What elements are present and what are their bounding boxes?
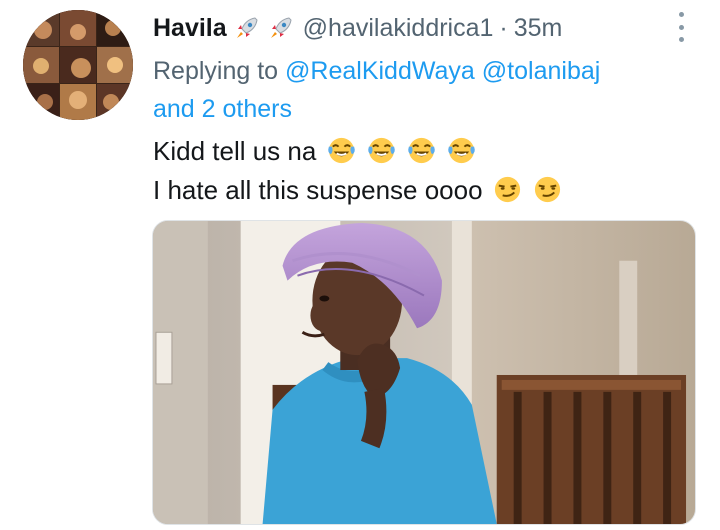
tweet-line: Kidd tell us na [153, 132, 693, 171]
replying-to-label: Replying to [153, 57, 279, 85]
tweet-header: Havila @havilakiddrica1 · 35m [153, 8, 562, 48]
tweet-line-text: Kidd tell us na [153, 136, 317, 166]
user-handle[interactable]: @havilakiddrica1 [303, 14, 494, 43]
smirking-face-icon [494, 176, 520, 203]
face-with-tears-of-joy-icon [408, 137, 435, 164]
rocket-icon [270, 17, 292, 38]
rocket-icon [236, 17, 258, 38]
smirking-face-icon [534, 176, 561, 203]
avatar-image [23, 10, 133, 120]
others-link[interactable]: and 2 others [153, 95, 292, 123]
mention-link[interactable]: @RealKiddWaya [285, 57, 475, 85]
avatar[interactable] [23, 10, 133, 120]
face-with-tears-of-joy-icon [368, 137, 395, 164]
face-with-tears-of-joy-icon [448, 137, 476, 164]
replying-to: Replying to @RealKiddWaya @tolanibaj and… [153, 52, 693, 128]
more-options-icon[interactable] [675, 12, 687, 42]
display-name[interactable]: Havila [153, 14, 227, 43]
media-image [153, 221, 695, 524]
tweet-media[interactable] [152, 220, 696, 525]
tweet-line-text: I hate all this suspense oooo [153, 175, 483, 205]
mention-link[interactable]: @tolanibaj [482, 57, 601, 85]
face-with-tears-of-joy-icon [327, 137, 355, 164]
timestamp[interactable]: 35m [514, 14, 563, 43]
tweet-text: Kidd tell us na I hate all this suspense… [153, 132, 693, 210]
tweet-line: I hate all this suspense oooo [153, 171, 693, 210]
separator-dot: · [499, 13, 508, 42]
